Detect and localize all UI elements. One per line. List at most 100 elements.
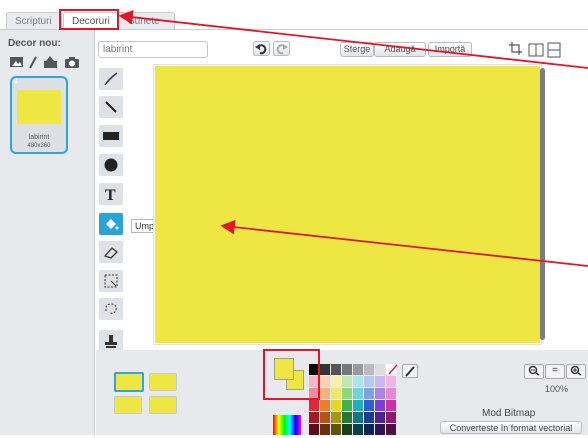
palette-swatch[interactable] (331, 400, 341, 411)
brush-size-1[interactable] (114, 372, 144, 392)
palette-swatch[interactable] (342, 388, 352, 399)
clear-button[interactable]: Sterge (340, 42, 374, 57)
flip-horizontal-icon[interactable] (528, 43, 544, 57)
convert-vector-button[interactable]: Converteste în format vectorial (440, 421, 582, 434)
vertical-scrollbar[interactable] (540, 68, 545, 340)
palette-swatch[interactable] (342, 412, 352, 423)
palette-swatch[interactable] (375, 376, 385, 387)
color-palette[interactable] (309, 364, 399, 435)
costume-preview (17, 90, 61, 124)
brush-size-4[interactable] (149, 396, 177, 414)
zoom-reset-button[interactable]: = (545, 364, 565, 379)
palette-swatch[interactable] (364, 376, 374, 387)
zoom-in-button[interactable] (566, 364, 586, 379)
redo-button[interactable] (273, 41, 290, 56)
new-decor-icons (10, 56, 79, 69)
undo-button[interactable] (253, 41, 270, 56)
paint-canvas[interactable] (155, 66, 540, 343)
rectangle-icon (103, 132, 119, 140)
stamp-icon (105, 335, 117, 348)
add-button[interactable]: Adaugă (374, 42, 426, 57)
palette-swatch[interactable] (386, 400, 396, 411)
palette-swatch[interactable] (309, 412, 319, 423)
palette-swatch[interactable] (320, 364, 330, 375)
stamp-tool[interactable] (99, 330, 123, 352)
palette-swatch[interactable] (331, 376, 341, 387)
palette-swatch[interactable] (375, 364, 385, 375)
palette-swatch[interactable] (364, 424, 374, 435)
zoom-level: 100% (545, 384, 569, 394)
eyedropper-icon (405, 366, 415, 377)
palette-swatch[interactable] (320, 376, 330, 387)
palette-swatch[interactable] (353, 400, 363, 411)
annotation-box-tab (59, 9, 119, 30)
palette-swatch[interactable] (364, 400, 374, 411)
rectangle-tool[interactable] (99, 125, 123, 147)
palette-swatch[interactable] (309, 424, 319, 435)
brush-size-3[interactable] (114, 396, 142, 414)
eraser-icon (103, 247, 118, 259)
zoom-out-button[interactable] (524, 364, 544, 379)
palette-swatch[interactable] (320, 400, 330, 411)
palette-swatch[interactable] (342, 376, 352, 387)
palette-swatch[interactable] (364, 388, 374, 399)
palette-swatch[interactable] (386, 424, 396, 435)
line-tool[interactable] (99, 96, 123, 118)
palette-swatch[interactable] (342, 424, 352, 435)
palette-swatch[interactable] (386, 388, 396, 399)
palette-swatch[interactable] (331, 364, 341, 375)
brush-size-2[interactable] (149, 373, 177, 391)
upload-icon[interactable] (44, 56, 57, 68)
palette-swatch[interactable] (364, 412, 374, 423)
costume-name-input[interactable] (98, 41, 208, 58)
color-picker-gradient[interactable] (273, 415, 301, 435)
zoom-out-icon (528, 365, 540, 376)
crop-icon[interactable] (509, 42, 522, 55)
palette-swatch[interactable] (342, 400, 352, 411)
flip-vertical-icon[interactable] (547, 42, 561, 58)
fill-tool[interactable] (99, 213, 123, 235)
palette-swatch[interactable] (331, 412, 341, 423)
palette-swatch[interactable] (375, 388, 385, 399)
palette-swatch[interactable] (353, 376, 363, 387)
palette-swatch[interactable] (353, 424, 363, 435)
palette-swatch[interactable] (386, 412, 396, 423)
palette-swatch[interactable] (320, 424, 330, 435)
palette-swatch[interactable] (309, 400, 319, 411)
tab-sunete[interactable]: Sunete (115, 12, 175, 30)
library-icon[interactable] (10, 57, 23, 67)
text-tool[interactable]: T (99, 183, 123, 205)
tab-label: Sunete (128, 16, 160, 27)
import-button[interactable]: Importă (428, 42, 472, 57)
palette-swatch[interactable] (386, 376, 396, 387)
mode-label: Mod Bitmap (482, 408, 536, 419)
palette-swatch[interactable] (386, 364, 396, 375)
palette-swatches[interactable] (309, 364, 399, 435)
brush-icon (104, 72, 118, 86)
palette-swatch[interactable] (375, 424, 385, 435)
palette-swatch[interactable] (320, 388, 330, 399)
palette-swatch[interactable] (342, 364, 352, 375)
palette-swatch[interactable] (375, 400, 385, 411)
text-icon: T (105, 187, 116, 202)
ellipse-tool[interactable] (99, 154, 123, 176)
brush-tool[interactable] (99, 68, 123, 90)
palette-swatch[interactable] (375, 412, 385, 423)
palette-swatch[interactable] (353, 412, 363, 423)
stamp-select-tool[interactable] (99, 298, 123, 320)
undo-icon (255, 44, 267, 55)
zoom-controls: = (524, 364, 586, 379)
palette-swatch[interactable] (353, 364, 363, 375)
eraser-tool[interactable] (99, 241, 123, 263)
palette-swatch[interactable] (320, 412, 330, 423)
palette-swatch[interactable] (331, 424, 341, 435)
select-tool[interactable] (99, 270, 123, 292)
eyedropper-button[interactable] (402, 364, 418, 378)
costume-number: 1 (14, 78, 18, 85)
palette-swatch[interactable] (364, 364, 374, 375)
paint-brush-icon[interactable] (29, 56, 37, 69)
palette-swatch[interactable] (331, 388, 341, 399)
tab-scripturi[interactable]: Scripturi (6, 12, 62, 30)
palette-swatch[interactable] (353, 388, 363, 399)
camera-icon[interactable] (65, 57, 79, 68)
